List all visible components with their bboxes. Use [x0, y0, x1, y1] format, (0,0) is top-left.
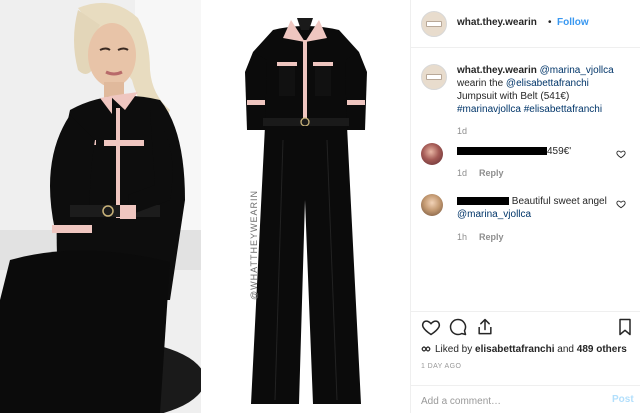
hashtag[interactable]: #elisabettafranchi [524, 104, 602, 115]
brand-logo-icon [421, 346, 431, 352]
post-actions: Liked by elisabettafranchi and 489 other… [411, 311, 640, 413]
model-photo [0, 0, 201, 413]
post-button[interactable]: Post [612, 394, 634, 405]
comment-time[interactable]: 1d [457, 168, 467, 178]
comment-text: Beautiful sweet angel @marina_vjollca [457, 195, 622, 221]
comment-input[interactable] [421, 394, 591, 408]
post-image[interactable]: @WHATTHEYWEARIN [0, 0, 410, 413]
hashtag[interactable]: #marinavjollca [457, 104, 521, 115]
model-illustration [0, 0, 201, 413]
caption-user[interactable]: what.they.wearin [457, 65, 537, 76]
comment-text: 459€' [457, 145, 617, 158]
brand-mention[interactable]: @elisabettafranchi [506, 78, 589, 89]
reply-button[interactable]: Reply [479, 232, 504, 242]
reply-button[interactable]: Reply [479, 168, 504, 178]
post-header: what.they.wearin • Follow [411, 0, 640, 48]
redacted-username [457, 197, 509, 206]
bookmark-icon[interactable] [615, 317, 635, 337]
comment-time[interactable]: 1h [457, 232, 467, 242]
comment-icon[interactable] [448, 317, 468, 337]
likes-user[interactable]: elisabettafranchi [475, 344, 554, 355]
likes-and: and [554, 344, 577, 355]
commenter-avatar[interactable] [421, 143, 443, 165]
separator-dot: • [548, 17, 552, 28]
heart-icon[interactable] [616, 199, 626, 209]
share-icon[interactable] [475, 317, 495, 337]
caption-text: what.they.wearin @marina_vjollca wearin … [457, 64, 635, 116]
redacted-username [457, 147, 547, 156]
likes-prefix: Liked by [435, 344, 476, 355]
comment-box: Post [411, 385, 640, 413]
comment-body: Beautiful sweet angel [511, 196, 607, 207]
account-handle[interactable]: what.they.wearin [457, 17, 537, 28]
caption-line3: Jumpsuit with Belt (541€) [457, 91, 570, 102]
caption-mention[interactable]: @marina_vjollca [540, 65, 614, 76]
avatar[interactable] [421, 11, 447, 37]
caption-line2: wearin the [457, 78, 506, 89]
heart-icon[interactable] [616, 149, 626, 159]
product-photo: @WHATTHEYWEARIN [201, 0, 410, 413]
caption-time[interactable]: 1d [457, 126, 467, 136]
comment-body: 459€' [547, 146, 572, 157]
comment-mention[interactable]: @marina_vjollca [457, 209, 531, 220]
follow-button[interactable]: Follow [557, 17, 589, 28]
comment-meta: 1d Reply [457, 168, 504, 178]
heart-icon[interactable] [421, 317, 441, 337]
likes-count[interactable]: 489 others [577, 344, 627, 355]
watermark: @WHATTHEYWEARIN [249, 190, 259, 300]
avatar[interactable] [421, 64, 447, 90]
comment-meta: 1h Reply [457, 232, 504, 242]
post-sidebar: what.they.wearin • Follow what.they.wear… [411, 0, 640, 413]
jumpsuit-illustration [201, 0, 410, 413]
commenter-avatar[interactable] [421, 194, 443, 216]
likes-line: Liked by elisabettafranchi and 489 other… [421, 344, 627, 355]
post-timestamp[interactable]: 1 DAY AGO [421, 363, 461, 370]
